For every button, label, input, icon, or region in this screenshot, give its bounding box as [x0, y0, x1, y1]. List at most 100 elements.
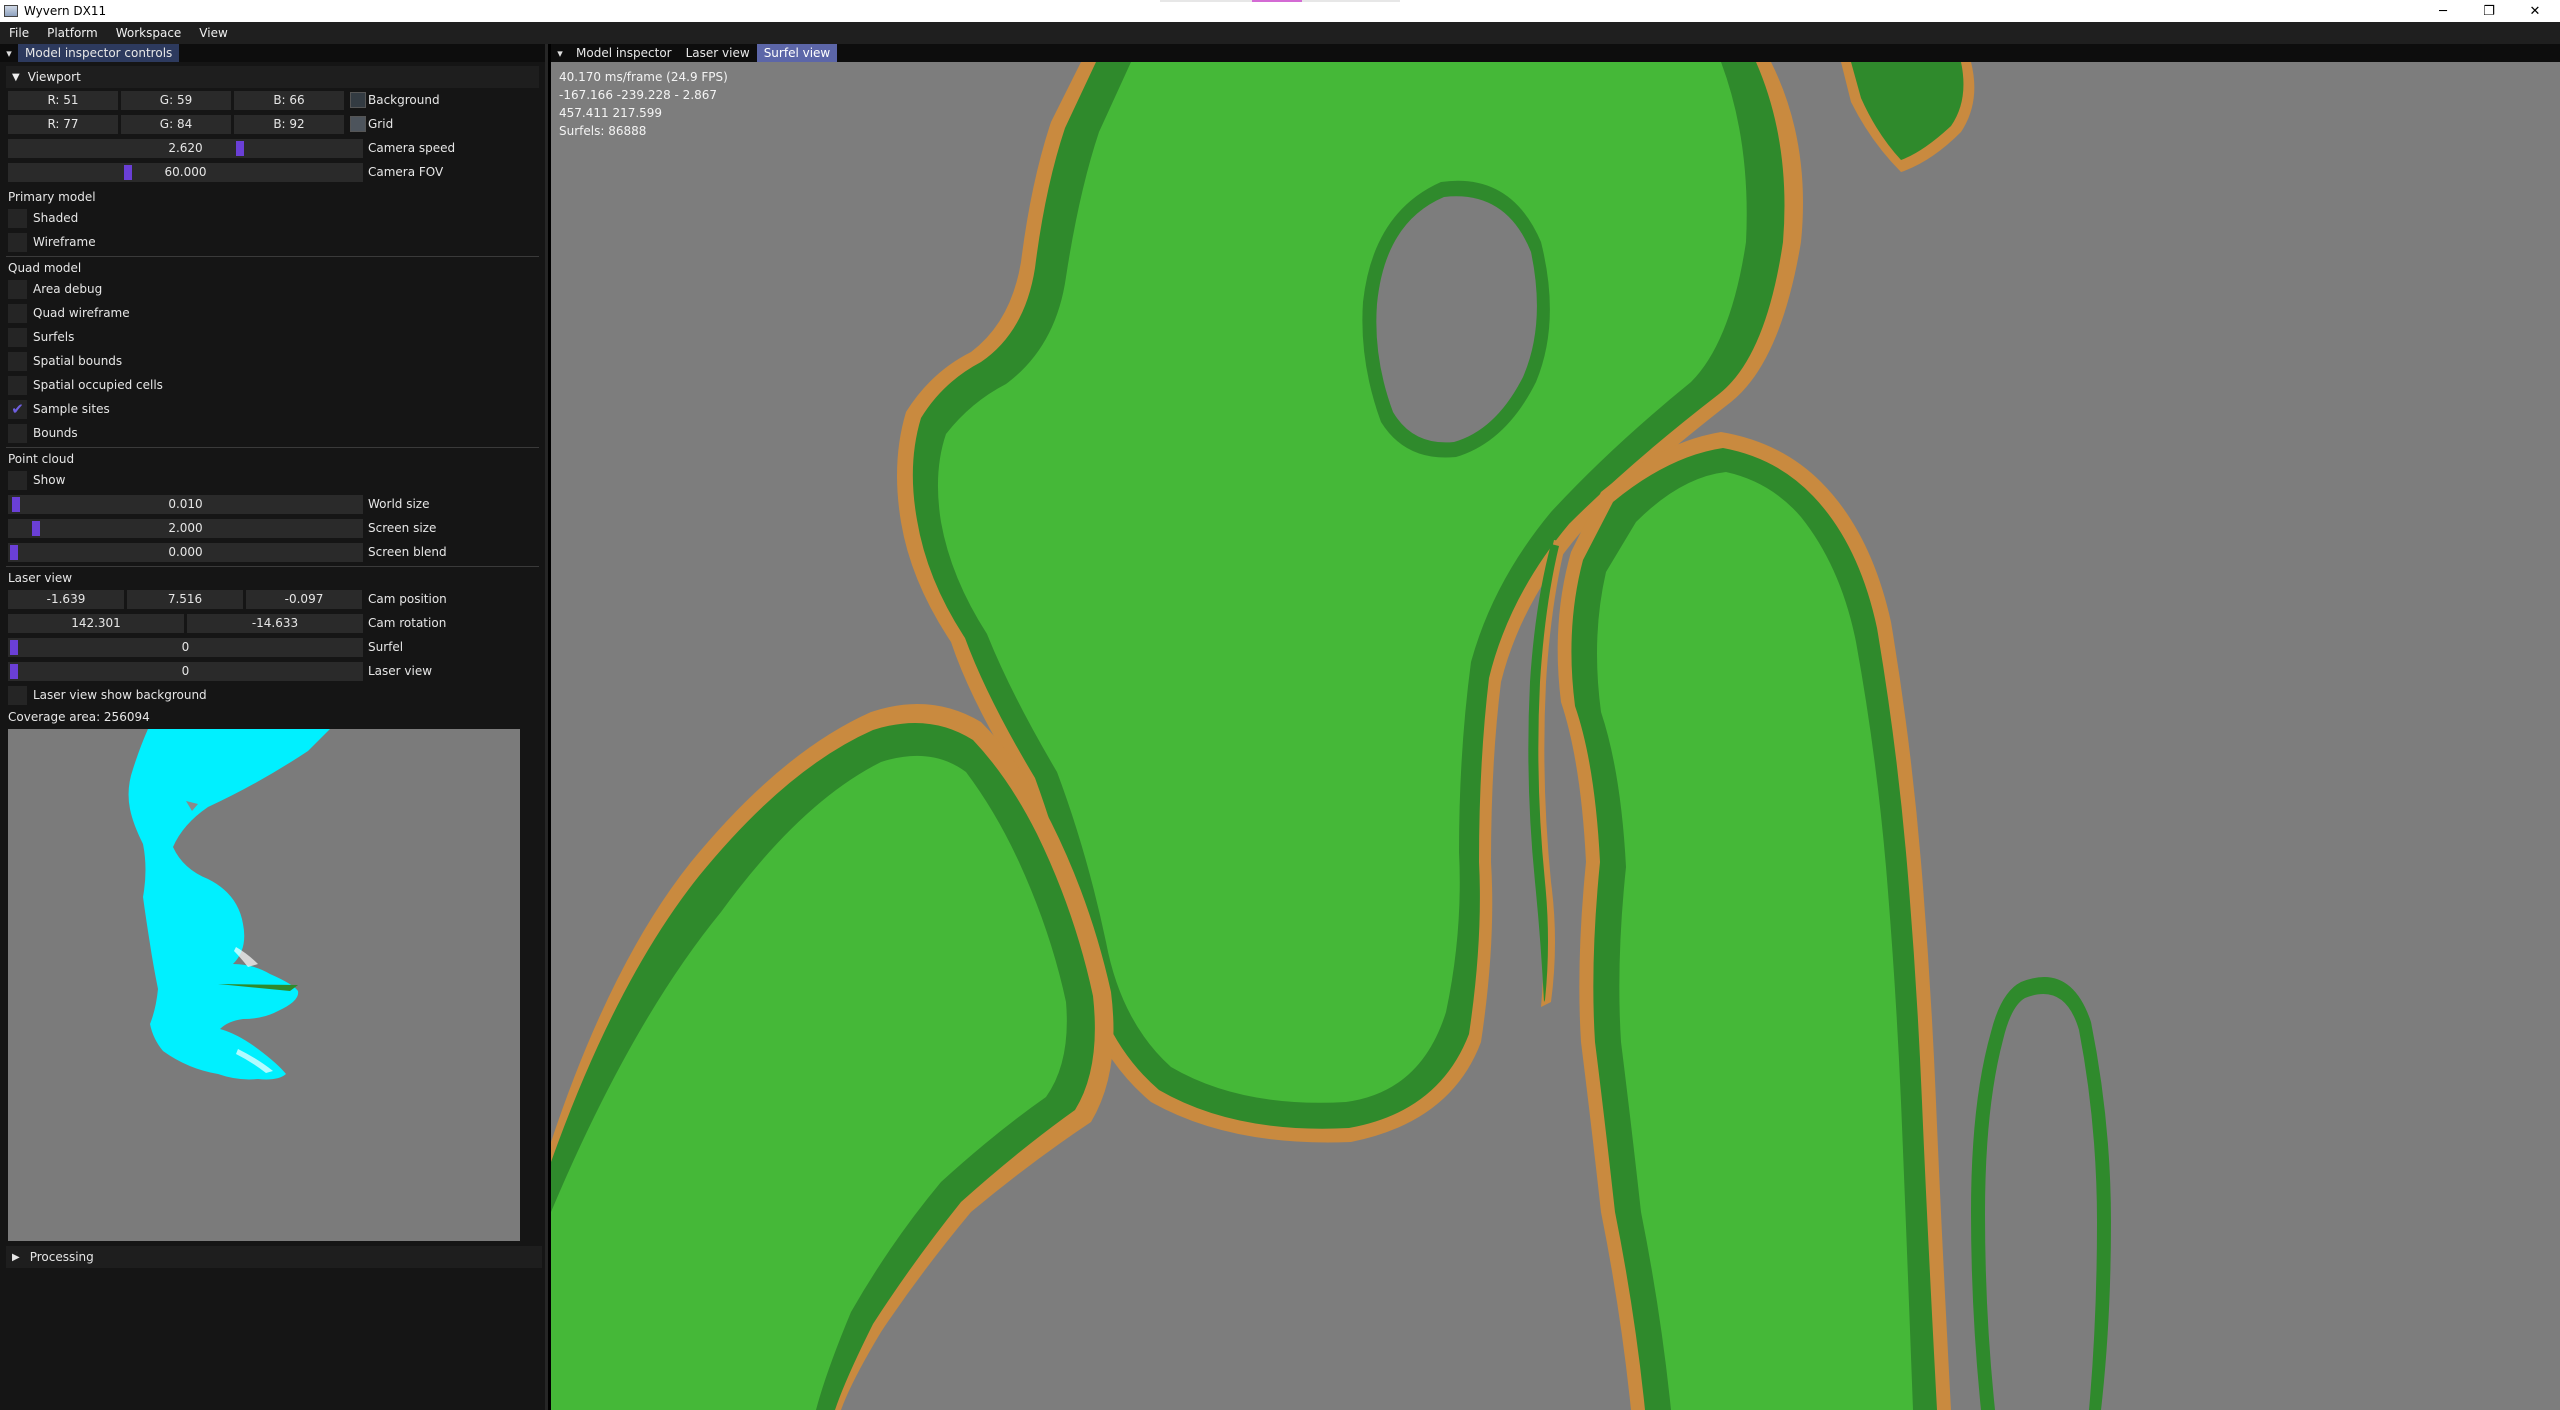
surfels-row[interactable]: Surfels	[0, 325, 545, 349]
cam-rotation-x-field[interactable]: 142.301	[8, 613, 184, 633]
left-tab-bar: ▾ Model inspector controls	[0, 44, 545, 62]
cam-position-row: -1.639 7.516 -0.097 Cam position	[0, 587, 545, 611]
coverage-area-text: Coverage area: 256094	[8, 710, 150, 724]
world-size-row: 0.010 World size	[0, 492, 545, 516]
restore-icon[interactable]: ❐	[2466, 0, 2512, 22]
grid-g-field[interactable]: G: 84	[121, 114, 231, 134]
cam-rotation-y-field[interactable]: -14.633	[187, 613, 363, 633]
laser-silhouette-image	[128, 729, 330, 1080]
cam-rotation-label: Cam rotation	[368, 616, 447, 630]
spatial-occupied-cells-checkbox[interactable]	[8, 375, 27, 395]
world-size-slider[interactable]: 0.010	[8, 494, 363, 514]
laser-view-slider[interactable]: 0	[8, 661, 363, 681]
sample-sites-checkbox[interactable]: ✔	[8, 399, 27, 419]
sample-sites-row[interactable]: ✔ Sample sites	[0, 397, 545, 421]
spatial-bounds-row[interactable]: Spatial bounds	[0, 349, 545, 373]
screen-blend-value: 0.000	[168, 545, 203, 559]
surfel-value: 0	[181, 640, 190, 654]
quad-wireframe-checkbox[interactable]	[8, 303, 27, 323]
camera-position-readout: -167.166 -239.228 - 2.867	[559, 88, 718, 102]
quad-wireframe-row[interactable]: Quad wireframe	[0, 301, 545, 325]
laser-view-value: 0	[181, 664, 190, 678]
screen-size-row: 2.000 Screen size	[0, 516, 545, 540]
menu-platform[interactable]: Platform	[38, 26, 107, 40]
menu-view[interactable]: View	[190, 26, 236, 40]
camera-fov-grab[interactable]	[124, 164, 132, 180]
cam-rotation-row: 142.301 -14.633 Cam rotation	[0, 611, 545, 635]
laser-view-grab[interactable]	[10, 663, 18, 679]
camera-speed-slider[interactable]: 2.620	[8, 138, 363, 158]
tab-laser-view[interactable]: Laser view	[679, 44, 757, 62]
close-icon[interactable]: ✕	[2512, 0, 2558, 22]
surfel-slider[interactable]: 0	[8, 637, 363, 657]
cam-position-y-field[interactable]: 7.516	[127, 589, 243, 609]
spatial-bounds-checkbox[interactable]	[8, 351, 27, 371]
tab-surfel-view[interactable]: Surfel view	[756, 44, 838, 62]
show-point-cloud-row[interactable]: Show	[0, 468, 545, 492]
camera-fov-slider[interactable]: 60.000	[8, 162, 363, 182]
screen-blend-row: 0.000 Screen blend	[0, 540, 545, 564]
collapse-arrow-icon: ▼	[12, 71, 20, 83]
hole-background	[1985, 994, 2097, 1410]
menu-file[interactable]: File	[0, 26, 38, 40]
show-point-cloud-checkbox[interactable]	[8, 470, 27, 490]
processing-section-header[interactable]: ▶ Processing	[6, 1246, 542, 1268]
surfel-row: 0 Surfel	[0, 635, 545, 659]
camera-speed-value: 2.620	[168, 141, 203, 155]
grid-r-field[interactable]: R: 77	[8, 114, 118, 134]
separator	[6, 566, 539, 567]
screen-size-label: Screen size	[368, 521, 437, 535]
laser-view-show-background-checkbox[interactable]	[8, 685, 27, 705]
screen-blend-grab[interactable]	[10, 544, 18, 560]
cam-position-x-field[interactable]: -1.639	[8, 589, 124, 609]
bounds-checkbox[interactable]	[8, 423, 27, 443]
bounds-label: Bounds	[33, 426, 78, 440]
spatial-bounds-label: Spatial bounds	[33, 354, 123, 368]
tab-model-inspector-controls[interactable]: Model inspector controls	[18, 44, 180, 62]
surfels-label: Surfels	[33, 330, 75, 344]
fps-readout: 40.170 ms/frame (24.9 FPS)	[559, 70, 728, 84]
area-debug-row[interactable]: Area debug	[0, 277, 545, 301]
menu-workspace[interactable]: Workspace	[107, 26, 191, 40]
camera-rotation-readout: 457.411 217.599	[559, 106, 663, 120]
shaded-checkbox-row[interactable]: Shaded	[0, 206, 545, 230]
wireframe-checkbox[interactable]	[8, 232, 27, 252]
processing-label: Processing	[29, 1250, 94, 1264]
surfel-grab[interactable]	[10, 639, 18, 655]
background-g-field[interactable]: G: 59	[121, 90, 231, 110]
tab-menu-icon[interactable]: ▾	[0, 44, 18, 62]
surfel-viewport[interactable]: 40.170 ms/frame (24.9 FPS) -167.166 -239…	[551, 62, 2560, 1410]
separator	[6, 256, 539, 257]
checkmark-icon: ✔	[11, 400, 24, 418]
title-bar: Wyvern DX11 ─ ❐ ✕	[0, 0, 2560, 22]
laser-silhouette-shape	[128, 729, 330, 1080]
camera-speed-row: 2.620 Camera speed	[0, 136, 545, 160]
cam-position-z-field[interactable]: -0.097	[246, 589, 362, 609]
camera-fov-value: 60.000	[164, 165, 207, 179]
grid-color-swatch[interactable]	[350, 116, 366, 132]
area-debug-checkbox[interactable]	[8, 279, 27, 299]
tab-menu-icon[interactable]: ▾	[551, 44, 569, 62]
screen-blend-label: Screen blend	[368, 545, 447, 559]
minimize-icon[interactable]: ─	[2420, 0, 2466, 22]
background-b-field[interactable]: B: 66	[234, 90, 344, 110]
shaded-checkbox[interactable]	[8, 208, 27, 228]
world-size-grab[interactable]	[12, 496, 20, 512]
camera-speed-grab[interactable]	[236, 140, 244, 156]
laser-view-show-background-row[interactable]: Laser view show background	[0, 683, 545, 707]
screen-size-grab[interactable]	[32, 520, 40, 536]
screen-size-slider[interactable]: 2.000	[8, 518, 363, 538]
surfel-label: Surfel	[368, 640, 404, 654]
separator	[6, 447, 539, 448]
tab-model-inspector[interactable]: Model inspector	[569, 44, 679, 62]
surfels-checkbox[interactable]	[8, 327, 27, 347]
background-r-field[interactable]: R: 51	[8, 90, 118, 110]
viewport-section-header[interactable]: ▼ Viewport	[6, 66, 539, 88]
background-color-swatch[interactable]	[350, 92, 366, 108]
spatial-occupied-cells-row[interactable]: Spatial occupied cells	[0, 373, 545, 397]
bounds-row[interactable]: Bounds	[0, 421, 545, 445]
grid-b-field[interactable]: B: 92	[234, 114, 344, 134]
screen-blend-slider[interactable]: 0.000	[8, 542, 363, 562]
surfel-right-loop	[1971, 977, 2111, 1410]
wireframe-checkbox-row[interactable]: Wireframe	[0, 230, 545, 254]
